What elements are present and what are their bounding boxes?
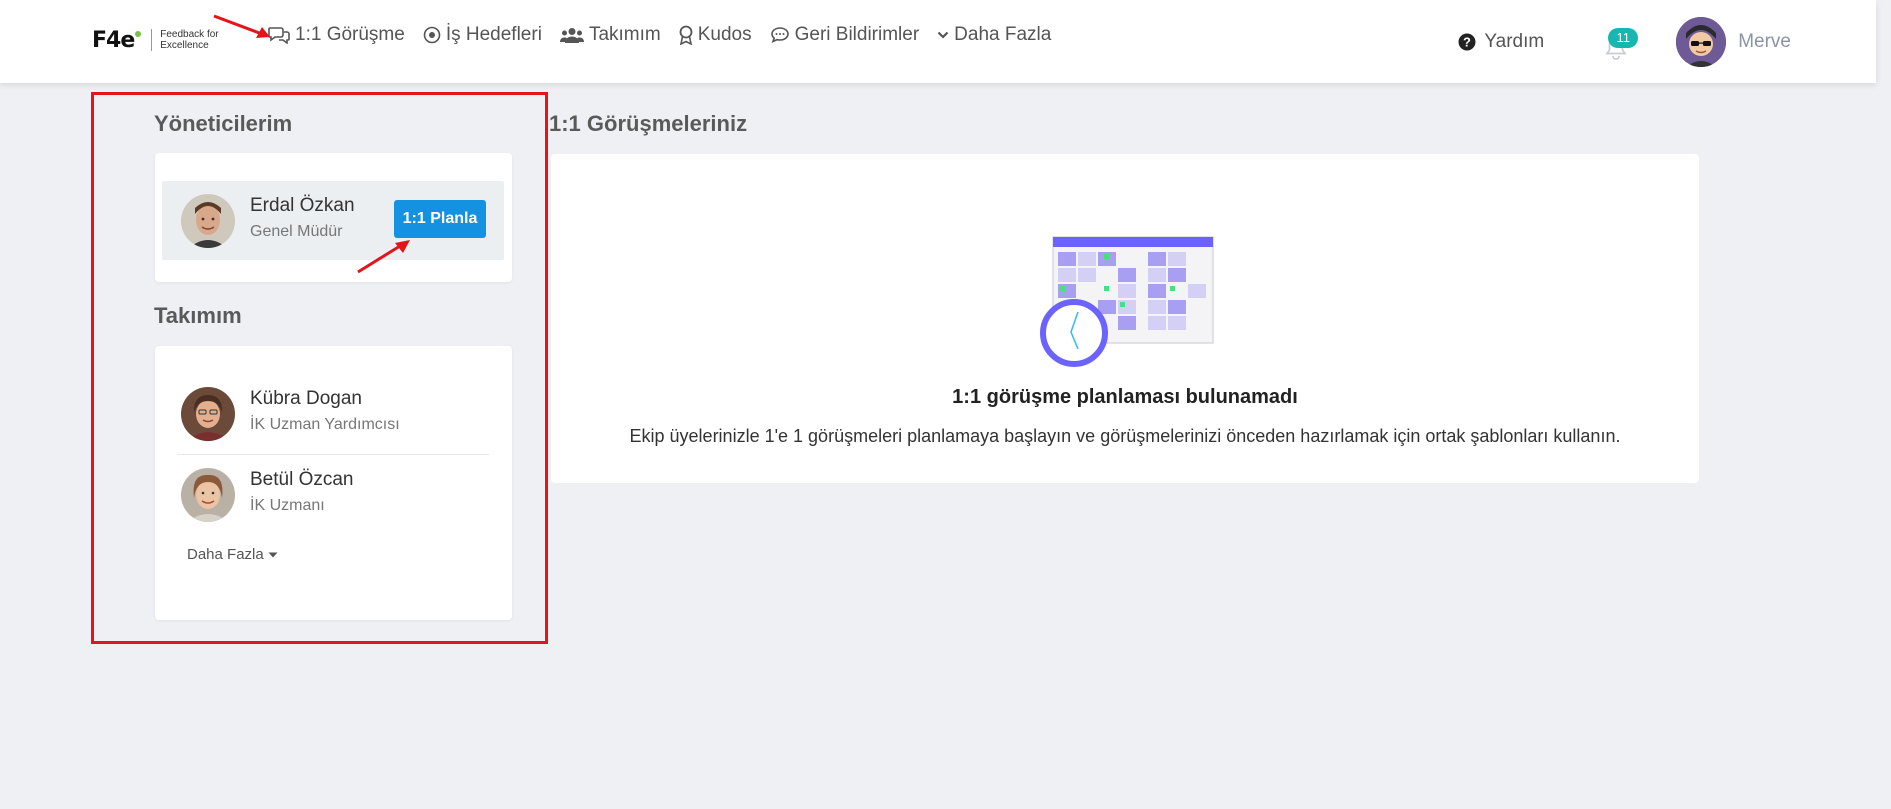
comment-icon [770,27,789,44]
annotation-arrow-nav [213,14,270,38]
nav-item-kudos[interactable]: Kudos [679,24,752,46]
logo-separator [151,29,153,51]
help-link[interactable]: ? Yardım [1458,31,1544,53]
annotation-arrow-button [357,240,410,274]
logo-mark: F4e [92,27,135,53]
nav-label: 1:1 Görüşme [295,24,405,45]
empty-state-card: 1:1 görüşme planlaması bulunamadı Ekip ü… [551,154,1699,483]
chevron-down-icon [937,31,949,39]
nav-item-goals[interactable]: İş Hedefleri [423,24,542,46]
main-nav: 1:1 Görüşme İş Hedefleri Takımım Kudos G… [268,24,1051,46]
nav-label: Takımım [588,24,661,45]
annotation-highlight-box [91,92,548,644]
help-label: Yardım [1484,31,1545,52]
question-circle-icon: ? [1458,33,1476,51]
logo-tagline-line-2: Excellence [160,40,209,51]
logo-dot [135,31,142,37]
notification-count-badge: 11 [1608,28,1639,48]
main-title: 1:1 Görüşmeleriniz [549,111,748,136]
nav-label: Daha Fazla [954,24,1052,45]
nav-item-one-on-one[interactable]: 1:1 Görüşme [268,24,405,46]
nav-label: İş Hedefleri [445,24,542,45]
svg-text:?: ? [1463,35,1471,50]
user-name: Merve [1738,31,1791,52]
nav-item-team[interactable]: Takımım [559,24,661,46]
users-icon [559,28,584,43]
target-icon [423,26,441,44]
app-logo[interactable]: F4e Feedback for Excellence [92,26,219,54]
calendar-clock-illustration [1040,236,1214,367]
award-icon [679,25,693,45]
nav-item-more[interactable]: Daha Fazla [937,24,1051,46]
top-navbar: F4e Feedback for Excellence 1:1 Görüşme … [0,0,1876,83]
empty-state-title: 1:1 görüşme planlaması bulunamadı [952,386,1298,408]
nav-label: Geri Bildirimler [794,24,920,45]
navbar-right: ? Yardım 11 Merve [1458,14,1791,70]
nav-label: Kudos [697,24,752,45]
user-avatar [1676,17,1727,67]
notifications-button[interactable]: 11 [1602,22,1639,62]
user-menu[interactable]: Merve [1676,17,1791,67]
empty-state-description: Ekip üyelerinizle 1'e 1 görüşmeleri plan… [629,426,1621,446]
nav-item-feedback[interactable]: Geri Bildirimler [770,24,920,46]
